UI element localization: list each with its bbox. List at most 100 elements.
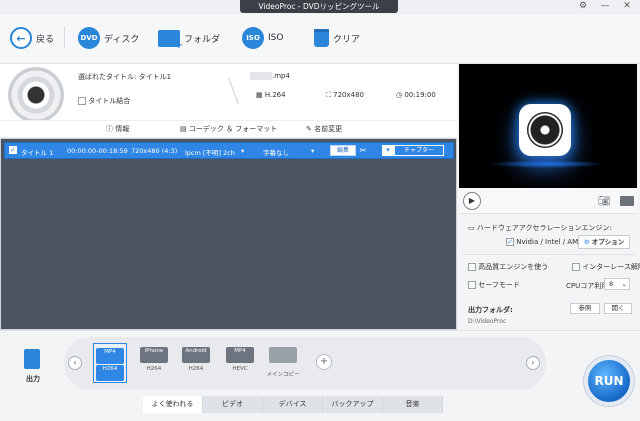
minimize-button[interactable]: — (596, 0, 614, 13)
hq-engine-label: 高品質エンジンを使う (478, 263, 549, 271)
next-arrow-button[interactable]: › (526, 356, 540, 370)
tab-info-label: 情報 (115, 125, 130, 133)
trash-icon (314, 29, 329, 47)
hq-checkbox-box[interactable] (468, 263, 476, 271)
back-button[interactable]: ← 戻る (10, 23, 54, 53)
output-folder-path: D:\VideoProc (468, 318, 507, 325)
settings-icon[interactable]: ⚙ (574, 0, 592, 13)
profile-main-copy[interactable]: メインコピー (264, 343, 302, 383)
option-button[interactable]: ⚙ オプション (578, 235, 630, 249)
add-profile-button[interactable]: + (316, 354, 332, 370)
tab-codec-format[interactable]: ▤ コーデック ＆ フォーマット (180, 124, 277, 134)
profile-top-label: Android (182, 347, 210, 363)
output-folder-label: 出力フォルダ: (468, 306, 513, 314)
hw-checkbox-box[interactable]: ✓ (506, 238, 514, 246)
cpu-core-value: 8 (609, 280, 614, 288)
folder-add-icon: + (158, 29, 183, 51)
tab-music[interactable]: 音楽 (383, 396, 443, 413)
profile-bottom-label: H264 (188, 366, 204, 372)
gpu-icon: ▭ (468, 224, 477, 232)
tab-info[interactable]: ⓘ 情報 (106, 124, 129, 134)
profile-bottom-label: H264 (146, 366, 162, 372)
cpu-core-label: CPUコア利用 (566, 282, 609, 290)
scissors-icon[interactable]: ✂ (356, 145, 370, 156)
tab-rename-label: 名前変更 (314, 125, 343, 133)
toolbar-divider (64, 26, 65, 48)
output-label: 出力 (26, 375, 40, 383)
duration-value: 00:19:00 (404, 91, 436, 99)
profile-top-label: iPhone (140, 347, 168, 363)
clear-label: クリア (333, 34, 361, 45)
hw-gpu-checkbox[interactable]: ✓ Nvidia / Intel / AMD (506, 238, 584, 246)
tab-backup[interactable]: バックアップ (323, 396, 383, 413)
codec-value: H.264 (264, 91, 286, 99)
codec-info: ▦ H.264 (256, 91, 286, 99)
profile-top-label: MP4 (226, 347, 254, 363)
prev-arrow-button[interactable]: ‹ (68, 356, 82, 370)
main-copy-icon (269, 347, 297, 363)
snapshot-camera-icon[interactable]: 📷︎ (598, 196, 611, 207)
output-settings-icon[interactable] (24, 349, 40, 369)
folder-label: フォルダ (184, 34, 221, 45)
iso-button[interactable]: ISO ISO (242, 23, 283, 53)
hw-gpu-label: Nvidia / Intel / AMD (516, 238, 584, 246)
title-name: タイトル 1 (21, 149, 54, 157)
profile-mp4-hevc[interactable]: MP4 HEVC (223, 343, 257, 383)
merge-titles-checkbox[interactable]: タイトル結合 (78, 96, 130, 106)
open-folder-icon[interactable] (620, 196, 634, 206)
deinterlace-checkbox[interactable]: インターレース解除 (572, 262, 640, 272)
tab-device[interactable]: デバイス (263, 396, 323, 413)
clear-button[interactable]: クリア (314, 23, 360, 53)
gear-icon: ⚙ (583, 238, 592, 246)
deinterlace-label: インターレース解除 (582, 263, 640, 271)
folder-button[interactable]: + フォルダ (158, 23, 220, 53)
subtitle-dropdown-icon[interactable]: ▾ (311, 147, 314, 155)
profile-category-tabs: よく使われる ビデオ デバイス バックアップ 音楽 (143, 396, 463, 413)
chapter-icon: ▾ (382, 145, 394, 156)
disc-label: ディスク (104, 34, 140, 45)
option-button-label: オプション (591, 238, 625, 246)
title-subtitle[interactable]: 字幕なし (263, 147, 289, 157)
hq-engine-checkbox[interactable]: 高品質エンジンを使う (468, 262, 548, 272)
tab-video[interactable]: ビデオ (203, 396, 263, 413)
profile-iphone-h264[interactable]: iPhone H264 (137, 343, 171, 383)
resolution-value: 720x480 (333, 91, 365, 99)
title-checkbox[interactable]: ✓ (9, 146, 17, 154)
resolution-info: ⛶ 720x480 (326, 91, 364, 100)
profile-bottom-label: H264 (96, 365, 124, 381)
duration-info: ◷ 00:19:00 (396, 91, 436, 99)
filename-redacted (250, 72, 272, 80)
run-button[interactable]: RUN (584, 356, 634, 406)
chapter-dropdown[interactable]: チャプター (394, 145, 444, 156)
safe-mode-checkbox[interactable]: セーフモード (468, 280, 520, 290)
title-audio[interactable]: lpcm [不明] 2ch (185, 147, 235, 157)
merge-titles-label: タイトル結合 (88, 97, 131, 105)
safe-mode-label: セーフモード (478, 281, 520, 289)
safe-checkbox-box[interactable] (468, 281, 476, 289)
audio-dropdown-icon[interactable]: ▾ (241, 147, 244, 155)
cpu-core-select[interactable]: 8 ⌄ (604, 278, 630, 290)
tab-codec-label: コーデック ＆ フォーマット (188, 125, 278, 133)
film-reel-icon (527, 112, 563, 148)
profile-android-h264[interactable]: Android H264 (179, 343, 213, 383)
deinterlace-checkbox-box[interactable] (572, 263, 580, 271)
selected-title-text: 選ばれたタイトル: タイトル1 (78, 73, 172, 81)
disc-button[interactable]: DVD ディスク (78, 23, 139, 53)
play-button[interactable]: ▶ (463, 192, 481, 210)
back-arrow-icon: ← (10, 27, 32, 49)
tab-popular[interactable]: よく使われる (143, 396, 203, 413)
close-button[interactable]: ✕ (618, 0, 636, 13)
edit-button[interactable]: 編集 (330, 145, 356, 156)
merge-checkbox-box[interactable] (78, 97, 86, 105)
iso-label: ISO (268, 33, 284, 43)
hw-accel-title: ▭ ハードウェアアクセラレーションエンジン: (468, 223, 612, 233)
window-title: VideoProc - DVDリッピングツール (240, 0, 398, 13)
dvd-disc-image (8, 67, 64, 123)
profile-mp4-h264[interactable]: MP4 H264 (93, 343, 127, 383)
open-button[interactable]: 開く (604, 303, 632, 314)
tab-rename[interactable]: ✎ 名前変更 (306, 124, 342, 134)
browse-button[interactable]: 参照 (570, 303, 600, 314)
back-label: 戻る (36, 34, 55, 45)
profile-top-label: MP4 (96, 348, 124, 364)
chevron-down-icon: ⌄ (621, 280, 627, 288)
